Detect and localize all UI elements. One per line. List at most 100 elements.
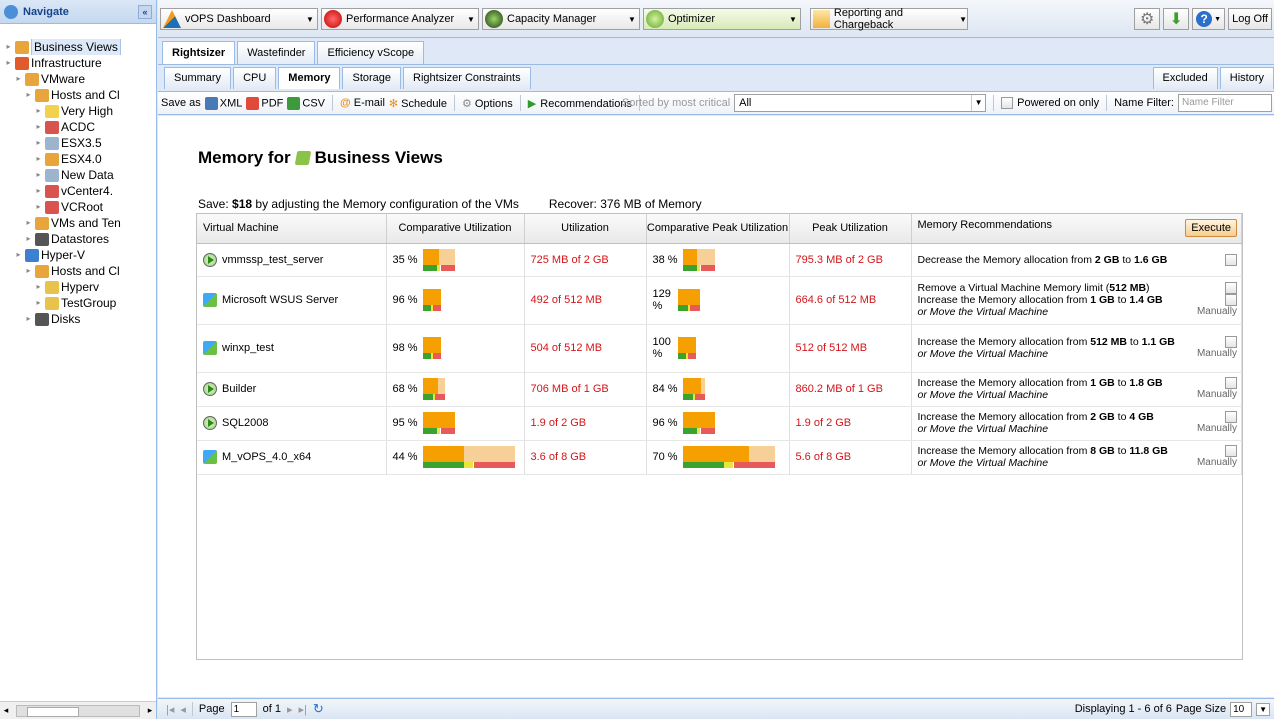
- expand-arrow-icon[interactable]: ▸: [34, 183, 43, 199]
- tree-node[interactable]: ▸ ESX4.0: [0, 151, 156, 167]
- options-button[interactable]: ⚙ Options: [462, 97, 513, 110]
- recommendation-checkbox[interactable]: [1225, 336, 1237, 348]
- name-filter-input[interactable]: Name Filter: [1178, 94, 1272, 112]
- page-input[interactable]: 1: [230, 701, 257, 717]
- expand-arrow-icon[interactable]: ▸: [24, 87, 33, 103]
- tree-node[interactable]: ▸ Infrastructure: [0, 55, 156, 71]
- recommendation-checkbox[interactable]: [1225, 282, 1237, 294]
- expand-arrow-icon[interactable]: ▸: [34, 119, 43, 135]
- table-row[interactable]: M_vOPS_4.0_x64 44 % 3.6 of 8 GB 70 % 5.6 of …: [197, 440, 1242, 475]
- table-row[interactable]: Builder 68 % 706 MB of 1 GB 84 % 860.2 MB of…: [197, 372, 1242, 407]
- page-size-input[interactable]: 10: [1230, 701, 1253, 717]
- pdf-button[interactable]: PDF: [246, 96, 283, 110]
- collapse-icon[interactable]: «: [138, 4, 152, 19]
- table-row[interactable]: vmmssp_test_server 35 % 725 MB of 2 GB 38 %…: [197, 243, 1242, 277]
- tab-cpu[interactable]: CPU: [233, 67, 277, 89]
- expand-arrow-icon[interactable]: ▸: [34, 151, 43, 167]
- expand-arrow-icon[interactable]: ▸: [34, 135, 43, 151]
- tree-node[interactable]: ▸ VMware: [0, 71, 156, 87]
- recommendation-checkbox[interactable]: [1225, 445, 1237, 457]
- recommendation-checkbox[interactable]: [1225, 294, 1237, 306]
- tree-node[interactable]: ▸ vCenter4.: [0, 183, 156, 199]
- expand-arrow-icon[interactable]: ▸: [24, 231, 33, 247]
- expand-arrow-icon[interactable]: ▸: [4, 55, 13, 71]
- tree-node[interactable]: ▸ Business Views: [0, 39, 156, 55]
- table-row[interactable]: Microsoft WSUS Server 96 % 492 of 512 MB 12…: [197, 276, 1242, 325]
- expand-arrow-icon[interactable]: ▸: [34, 279, 43, 295]
- tab-efficiency-vscope[interactable]: Efficiency vScope: [317, 41, 425, 65]
- bar-green: [422, 428, 437, 434]
- tree-node[interactable]: ▸ VCRoot: [0, 199, 156, 215]
- col-utilization[interactable]: Utilization: [524, 214, 647, 244]
- tab-history[interactable]: History: [1219, 67, 1274, 89]
- tree-node[interactable]: ▸ New Data: [0, 167, 156, 183]
- csv-button[interactable]: CSV: [287, 96, 325, 110]
- expand-arrow-icon[interactable]: ▸: [14, 71, 23, 87]
- settings-button[interactable]: ⚙: [1134, 8, 1161, 30]
- help-button[interactable]: ? ▼: [1192, 8, 1226, 30]
- tab-rightsizer-constraints[interactable]: Rightsizer Constraints: [403, 67, 531, 89]
- logoff-button[interactable]: Log Off: [1228, 8, 1272, 30]
- performance-combo[interactable]: Performance Analyzer ▼: [321, 8, 479, 30]
- tree-node[interactable]: ▸ VMs and Ten: [0, 215, 156, 231]
- tab-storage[interactable]: Storage: [342, 67, 402, 89]
- expand-arrow-icon[interactable]: ▸: [24, 311, 33, 327]
- scroll-track[interactable]: [16, 704, 140, 717]
- tree-node[interactable]: ▸ Hosts and Cl: [0, 263, 156, 279]
- tree-node[interactable]: ▸ Disks: [0, 311, 156, 327]
- scroll-right-icon[interactable]: ▸: [144, 705, 156, 716]
- schedule-button[interactable]: ✻ Schedule: [389, 97, 447, 110]
- tree-node[interactable]: ▸ ACDC: [0, 119, 156, 135]
- expand-arrow-icon[interactable]: ▸: [14, 247, 23, 263]
- expand-arrow-icon[interactable]: ▸: [24, 263, 33, 279]
- table-row[interactable]: winxp_test 98 % 504 of 512 MB 100 % 512 of 5…: [197, 324, 1242, 373]
- tab-memory[interactable]: Memory: [278, 67, 341, 89]
- tree-node[interactable]: ▸ TestGroup: [0, 295, 156, 311]
- refresh-icon[interactable]: ↻: [313, 701, 324, 717]
- recommendation-checkbox[interactable]: [1225, 377, 1237, 389]
- nav-scrollbar[interactable]: ◂ ▸: [0, 701, 156, 719]
- expand-arrow-icon[interactable]: ▸: [24, 215, 33, 231]
- col-comparative-peak[interactable]: Comparative Peak Utilization: [646, 214, 790, 244]
- tab-wastefinder[interactable]: Wastefinder: [237, 41, 316, 65]
- tree-node[interactable]: ▸ Hyperv: [0, 279, 156, 295]
- tree-node[interactable]: ▸ Hyper-V: [0, 247, 156, 263]
- tab-rightsizer[interactable]: Rightsizer: [162, 41, 236, 65]
- sort-filter-select[interactable]: All ▼: [734, 94, 987, 112]
- expand-arrow-icon[interactable]: ▸: [34, 295, 43, 311]
- scroll-left-icon[interactable]: ◂: [0, 705, 12, 716]
- expand-arrow-icon[interactable]: ▸: [34, 199, 43, 215]
- next-page-icon[interactable]: ▸: [287, 703, 293, 716]
- email-button[interactable]: @ E-mail: [340, 97, 385, 109]
- vm-windows-icon: [203, 450, 217, 464]
- recommendation-checkbox[interactable]: [1225, 411, 1237, 423]
- prev-page-icon[interactable]: ◂: [180, 703, 186, 716]
- recommendations-button[interactable]: ▶ Recommendations: [528, 97, 632, 110]
- last-page-icon[interactable]: ▸|: [299, 703, 307, 716]
- col-comparative-utilization[interactable]: Comparative Utilization: [386, 214, 525, 244]
- tab-excluded[interactable]: Excluded: [1152, 67, 1218, 89]
- xml-button[interactable]: XML: [204, 96, 242, 110]
- expand-arrow-icon[interactable]: ▸: [34, 167, 43, 183]
- capacity-combo[interactable]: Capacity Manager ▼: [482, 8, 640, 30]
- tree-node[interactable]: ▸ Hosts and Cl: [0, 87, 156, 103]
- execute-button[interactable]: Execute: [1185, 219, 1237, 238]
- tree-node[interactable]: ▸ ESX3.5: [0, 135, 156, 151]
- recommendation-checkbox[interactable]: [1225, 253, 1237, 266]
- tree-node[interactable]: ▸ Datastores: [0, 231, 156, 247]
- expand-arrow-icon[interactable]: ▸: [34, 103, 43, 119]
- chevron-down-icon[interactable]: ▼: [1256, 702, 1270, 716]
- col-peak-utilization[interactable]: Peak Utilization: [789, 214, 912, 244]
- expand-arrow-icon[interactable]: ▸: [4, 39, 13, 55]
- reporting-combo[interactable]: Reporting and Chargeback ▼: [810, 7, 968, 31]
- table-row[interactable]: SQL2008 95 % 1.9 of 2 GB 96 % 1.9 of 2 GB Inc…: [197, 406, 1242, 441]
- col-memory-recommendations[interactable]: Memory Recommendations Execute: [911, 214, 1242, 244]
- first-page-icon[interactable]: |◂: [166, 703, 174, 716]
- powered-on-checkbox[interactable]: [1001, 97, 1014, 109]
- download-button[interactable]: ⬇: [1163, 8, 1190, 30]
- optimizer-combo[interactable]: Optimizer ▼: [643, 8, 801, 30]
- dashboard-combo[interactable]: vOPS Dashboard ▼: [160, 8, 318, 30]
- col-virtual-machine[interactable]: Virtual Machine: [197, 214, 387, 244]
- tree-node[interactable]: ▸ Very High: [0, 103, 156, 119]
- tab-summary[interactable]: Summary: [164, 67, 232, 89]
